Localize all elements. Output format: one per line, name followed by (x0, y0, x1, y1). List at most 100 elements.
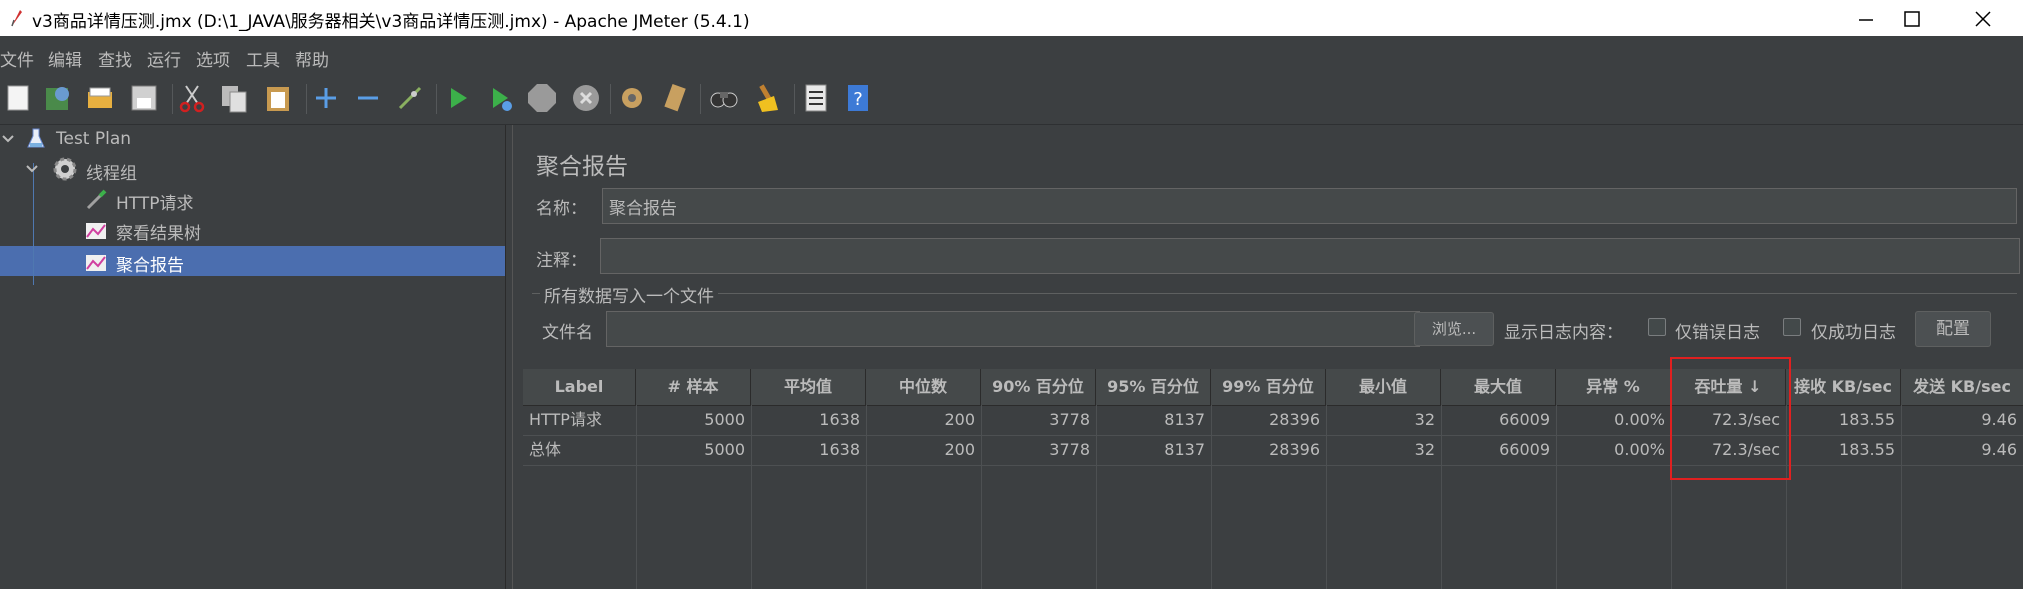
name-label: 名称： (536, 199, 587, 219)
column-header-median[interactable]: 中位数 (866, 369, 981, 405)
tree-item-label: 聚合报告 (116, 256, 184, 276)
chevron-down-icon[interactable] (2, 134, 14, 144)
search-icon[interactable] (708, 82, 740, 114)
expand-icon[interactable] (310, 82, 342, 114)
column-header-p99[interactable]: 99% 百分位 (1211, 369, 1326, 405)
log-content-label: 显示日志内容： (1504, 323, 1623, 343)
success-only-checkbox[interactable] (1783, 318, 1801, 336)
cell-average: 1638 (819, 410, 860, 429)
filename-field[interactable] (606, 311, 1420, 347)
shutdown-icon[interactable] (570, 82, 602, 114)
column-header-error-percent[interactable]: 异常 % (1556, 369, 1671, 405)
column-header-average[interactable]: 平均值 (751, 369, 866, 405)
column-header-label[interactable]: Label (523, 369, 636, 405)
throughput-highlight-box (1670, 357, 1791, 480)
minimize-button[interactable] (1843, 4, 1889, 32)
menu-edit[interactable]: 编辑 (48, 46, 82, 71)
help-icon[interactable]: ? (842, 82, 874, 114)
clear-all-icon[interactable] (660, 82, 692, 114)
close-icon (1975, 11, 1991, 27)
close-button[interactable] (1960, 4, 2006, 32)
errors-only-checkbox[interactable] (1648, 318, 1666, 336)
cell-received-kb: 183.55 (1839, 440, 1895, 459)
cell-p90: 3778 (1049, 440, 1090, 459)
cell-max: 66009 (1499, 410, 1550, 429)
start-no-pause-icon[interactable] (484, 82, 516, 114)
success-only-label: 仅成功日志 (1811, 323, 1896, 343)
comment-label: 注释： (536, 251, 587, 271)
tree-item-test-plan[interactable]: Test Plan (0, 125, 505, 153)
cell-median: 200 (944, 410, 975, 429)
configure-button[interactable]: 配置 (1915, 311, 1991, 347)
cell-label: 总体 (529, 440, 562, 459)
save-icon[interactable] (128, 82, 160, 114)
tree-item-label: Test Plan (56, 129, 132, 149)
toggle-icon[interactable] (394, 82, 426, 114)
cut-icon[interactable] (176, 82, 208, 114)
panel-splitter[interactable] (505, 125, 520, 589)
toolbar: ? (0, 74, 2023, 125)
cell-p95: 8137 (1164, 440, 1205, 459)
chart-listener-icon (86, 255, 106, 271)
chevron-down-icon[interactable] (26, 164, 38, 174)
tree-item-http-request[interactable]: HTTP请求 (0, 185, 505, 214)
cell-median: 200 (944, 440, 975, 459)
column-header-p90[interactable]: 90% 百分位 (981, 369, 1096, 405)
maximize-icon (1904, 11, 1920, 27)
cell-error-percent: 0.00% (1614, 440, 1665, 459)
collapse-icon[interactable] (352, 82, 384, 114)
menu-run[interactable]: 运行 (147, 46, 181, 71)
column-header-min[interactable]: 最小值 (1326, 369, 1441, 405)
tree-item-label: 察看结果树 (116, 224, 201, 244)
menu-options[interactable]: 选项 (196, 46, 230, 71)
clear-icon[interactable] (616, 82, 648, 114)
chart-listener-icon (86, 223, 106, 239)
tree-item-label: 线程组 (86, 164, 137, 184)
tree-item-thread-group[interactable]: 线程组 (0, 155, 505, 184)
tree-item-aggregate-report[interactable]: 聚合报告 (0, 247, 505, 276)
menu-search[interactable]: 查找 (98, 46, 132, 71)
cell-min: 32 (1414, 440, 1435, 459)
menu-tools[interactable]: 工具 (246, 46, 280, 71)
stop-icon[interactable] (526, 82, 558, 114)
test-plan-tree: Test Plan 线程组 HTTP请求 察看结果树 聚合报告 (0, 125, 505, 589)
cell-received-kb: 183.55 (1839, 410, 1895, 429)
menu-file[interactable]: 文件 (0, 46, 34, 71)
tree-item-label: HTTP请求 (116, 194, 194, 214)
column-header-p95[interactable]: 95% 百分位 (1096, 369, 1211, 405)
cell-min: 32 (1414, 410, 1435, 429)
cell-error-percent: 0.00% (1614, 410, 1665, 429)
cell-max: 66009 (1499, 440, 1550, 459)
browse-button[interactable]: 浏览... (1414, 312, 1494, 346)
copy-icon[interactable] (218, 82, 250, 114)
comment-field[interactable] (600, 238, 2020, 274)
cell-p90: 3778 (1049, 410, 1090, 429)
flask-icon (27, 128, 45, 148)
column-header-max[interactable]: 最大值 (1441, 369, 1556, 405)
table-header: Label # 样本 平均值 中位数 90% 百分位 95% 百分位 99% 百… (523, 369, 2023, 406)
cell-samples: 5000 (704, 410, 745, 429)
maximize-button[interactable] (1889, 4, 1935, 32)
table-row[interactable]: HTTP请求 5000 1638 200 3778 8137 28396 32 … (523, 405, 2023, 436)
tree-item-view-results-tree[interactable]: 察看结果树 (0, 215, 505, 244)
cell-p99: 28396 (1269, 410, 1320, 429)
reset-search-icon[interactable] (752, 82, 784, 114)
cell-samples: 5000 (704, 440, 745, 459)
page-title: 聚合报告 (536, 154, 628, 180)
table-row[interactable]: 总体 5000 1638 200 3778 8137 28396 32 6600… (523, 435, 2023, 466)
new-icon[interactable] (2, 82, 34, 114)
errors-only-label: 仅错误日志 (1675, 323, 1760, 343)
cell-label: HTTP请求 (529, 410, 602, 429)
group-border (532, 293, 2017, 294)
templates-icon[interactable] (42, 82, 74, 114)
paste-icon[interactable] (262, 82, 294, 114)
minimize-icon (1859, 19, 1873, 21)
function-helper-icon[interactable] (800, 82, 832, 114)
column-header-sent-kb[interactable]: 发送 KB/sec (1901, 369, 2023, 405)
column-header-received-kb[interactable]: 接收 KB/sec (1786, 369, 1901, 405)
start-icon[interactable] (442, 82, 474, 114)
name-field[interactable] (602, 188, 2017, 224)
column-header-samples[interactable]: # 样本 (636, 369, 751, 405)
open-icon[interactable] (84, 82, 116, 114)
menu-help[interactable]: 帮助 (295, 46, 329, 71)
